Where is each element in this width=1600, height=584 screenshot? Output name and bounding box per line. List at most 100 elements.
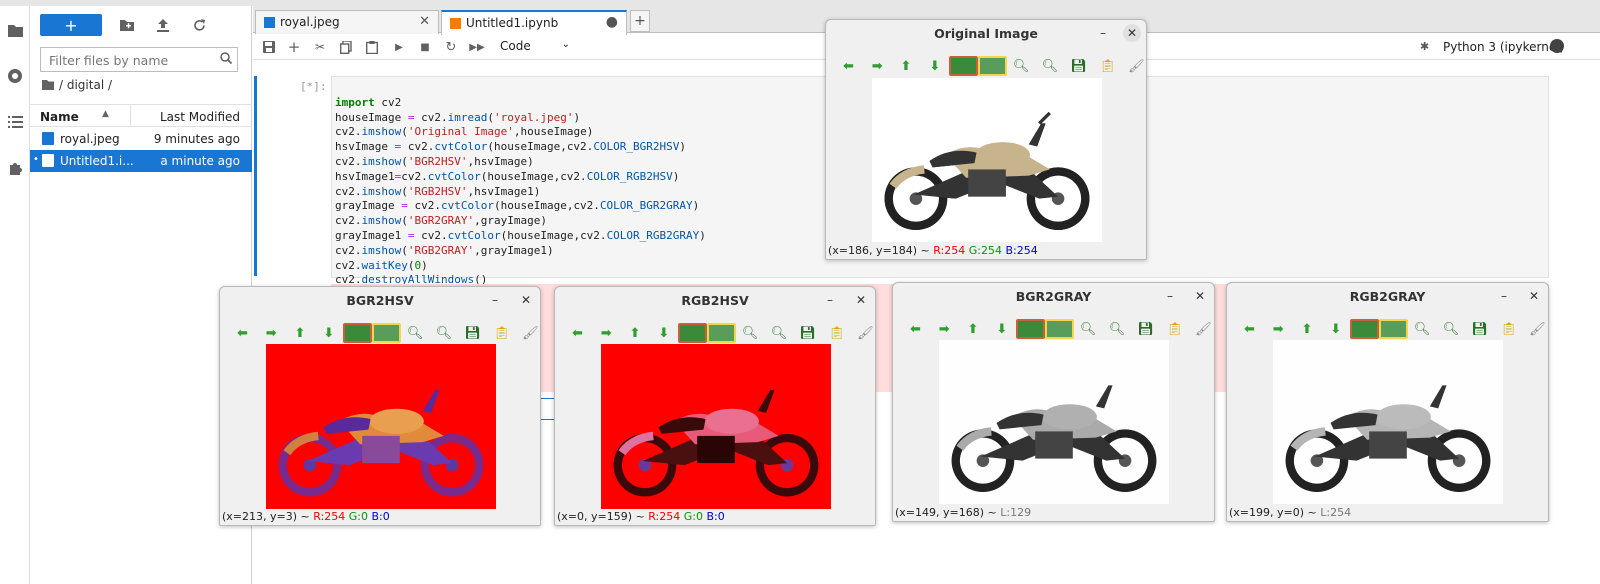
image-rgb2hsv[interactable] <box>601 344 831 509</box>
copy-clipboard-icon[interactable]: 📋︎ <box>1494 319 1523 339</box>
save-icon[interactable]: 💾︎ <box>1465 319 1494 339</box>
minimize-icon[interactable]: – <box>1161 287 1179 305</box>
pan-down-icon[interactable]: ⬇ <box>649 323 678 343</box>
pan-left-icon[interactable]: ⬅ <box>834 56 863 76</box>
file-row-untitled1[interactable]: • Untitled1.i... a minute ago <box>30 150 252 172</box>
stop-icon[interactable]: ■ <box>417 39 433 55</box>
pan-right-icon[interactable]: ➡ <box>930 319 959 339</box>
breadcrumb-path[interactable]: / digital / <box>59 78 112 92</box>
pan-up-icon[interactable]: ⬆ <box>892 56 921 76</box>
upload-icon[interactable] <box>152 14 174 36</box>
minimize-icon[interactable]: – <box>486 291 504 309</box>
copy-clipboard-icon[interactable]: 📋︎ <box>1160 319 1189 339</box>
pan-down-icon[interactable]: ⬇ <box>920 56 949 76</box>
unsaved-dot-icon[interactable]: ● <box>606 14 618 30</box>
toc-icon[interactable] <box>7 114 23 130</box>
window-rgb2hsv[interactable]: RGB2HSV – ✕ ⬅ ➡ ⬆ ⬇ 🔍︎ 🔍︎ 💾︎ 📋︎ 🖌︎ (x=0,… <box>554 286 876 526</box>
zoom-out-icon[interactable]: 🔍︎ <box>1437 319 1466 339</box>
pan-right-icon[interactable]: ➡ <box>1264 319 1293 339</box>
pan-up-icon[interactable]: ⬆ <box>959 319 988 339</box>
window-bgr2gray[interactable]: BGR2GRAY – ✕ ⬅ ➡ ⬆ ⬇ 🔍︎ 🔍︎ 💾︎ 📋︎ 🖌︎ (x=1… <box>892 282 1215 522</box>
pan-down-icon[interactable]: ⬇ <box>987 319 1016 339</box>
close-icon[interactable]: ✕ <box>1525 287 1543 305</box>
zoom-image-icon[interactable] <box>1378 319 1408 339</box>
close-icon[interactable]: ✕ <box>1191 287 1209 305</box>
save-icon[interactable] <box>261 39 277 55</box>
window-original-image[interactable]: Original Image – ✕ ⬅ ➡ ⬆ ⬇ 🔍︎ 🔍︎ 💾︎ 📋︎ 🖌… <box>825 19 1147 260</box>
minimize-icon[interactable]: – <box>821 291 839 309</box>
copy-clipboard-icon[interactable]: 📋︎ <box>1093 56 1122 76</box>
new-tab-button[interactable]: + <box>630 10 650 32</box>
pan-up-icon[interactable]: ⬆ <box>1293 319 1322 339</box>
save-icon[interactable]: 💾︎ <box>458 323 487 343</box>
restart-icon[interactable]: ↻ <box>443 39 459 55</box>
zoom-in-icon[interactable]: 🔍︎ <box>401 323 430 343</box>
zoom-out-icon[interactable]: 🔍︎ <box>430 323 459 343</box>
zoom-fit-icon[interactable] <box>343 323 372 343</box>
run-icon[interactable]: ▶ <box>391 39 407 55</box>
new-launcher-button[interactable]: + <box>40 14 102 36</box>
pan-right-icon[interactable]: ➡ <box>257 323 286 343</box>
properties-icon[interactable]: 🖌︎ <box>851 323 880 343</box>
pan-right-icon[interactable]: ➡ <box>592 323 621 343</box>
image-bgr2hsv[interactable] <box>266 344 496 509</box>
zoom-in-icon[interactable]: 🔍︎ <box>1007 56 1036 76</box>
zoom-image-icon[interactable] <box>1044 319 1074 339</box>
pan-right-icon[interactable]: ➡ <box>863 56 892 76</box>
close-icon[interactable]: ✕ <box>852 291 870 309</box>
zoom-image-icon[interactable] <box>977 56 1007 76</box>
copy-clipboard-icon[interactable]: 📋︎ <box>822 323 851 343</box>
copy-clipboard-icon[interactable]: 📋︎ <box>487 323 516 343</box>
fast-forward-icon[interactable]: ▶▶ <box>469 39 485 55</box>
window-rgb2gray[interactable]: RGB2GRAY – ✕ ⬅ ➡ ⬆ ⬇ 🔍︎ 🔍︎ 💾︎ 📋︎ 🖌︎ (x=1… <box>1226 282 1549 522</box>
pan-up-icon[interactable]: ⬆ <box>286 323 315 343</box>
pan-down-icon[interactable]: ⬇ <box>314 323 343 343</box>
pan-left-icon[interactable]: ⬅ <box>563 323 592 343</box>
zoom-out-icon[interactable]: 🔍︎ <box>1036 56 1065 76</box>
save-icon[interactable]: 💾︎ <box>793 323 822 343</box>
properties-icon[interactable]: 🖌︎ <box>1122 56 1151 76</box>
save-icon[interactable]: 💾︎ <box>1064 56 1093 76</box>
image-bgr2gray[interactable] <box>939 340 1169 504</box>
new-folder-icon[interactable] <box>116 14 138 36</box>
pan-left-icon[interactable]: ⬅ <box>228 323 257 343</box>
zoom-image-icon[interactable] <box>706 323 736 343</box>
zoom-fit-icon[interactable] <box>1350 319 1379 339</box>
paste-icon[interactable] <box>364 39 380 55</box>
folder-icon[interactable] <box>7 22 23 38</box>
image-original[interactable] <box>872 78 1102 242</box>
column-name[interactable]: Name <box>40 110 79 124</box>
pan-up-icon[interactable]: ⬆ <box>621 323 650 343</box>
copy-icon[interactable] <box>338 39 354 55</box>
zoom-out-icon[interactable]: 🔍︎ <box>765 323 794 343</box>
column-last-modified[interactable]: Last Modified <box>160 110 240 124</box>
pan-down-icon[interactable]: ⬇ <box>1321 319 1350 339</box>
debugger-icon[interactable]: ✱ <box>1420 40 1429 53</box>
pan-left-icon[interactable]: ⬅ <box>901 319 930 339</box>
zoom-in-icon[interactable]: 🔍︎ <box>1408 319 1437 339</box>
filter-files-input[interactable]: Filter files by name <box>40 47 238 72</box>
cell-type-select[interactable]: Code ⌄ <box>500 39 570 53</box>
zoom-in-icon[interactable]: 🔍︎ <box>1074 319 1103 339</box>
close-icon[interactable]: ✕ <box>419 14 430 29</box>
insert-cell-icon[interactable]: + <box>286 38 302 56</box>
file-row-royal[interactable]: royal.jpeg 9 minutes ago <box>30 128 252 150</box>
properties-icon[interactable]: 🖌︎ <box>516 323 545 343</box>
close-icon[interactable]: ✕ <box>517 291 535 309</box>
pan-left-icon[interactable]: ⬅ <box>1235 319 1264 339</box>
minimize-icon[interactable]: – <box>1094 24 1112 42</box>
tab-royal-jpeg[interactable]: royal.jpeg ✕ <box>255 10 439 34</box>
properties-icon[interactable]: 🖌︎ <box>1189 319 1218 339</box>
minimize-icon[interactable]: – <box>1495 287 1513 305</box>
zoom-image-icon[interactable] <box>371 323 401 343</box>
zoom-fit-icon[interactable] <box>949 56 978 76</box>
tab-untitled1[interactable]: Untitled1.ipynb ● <box>441 10 627 35</box>
kernel-name[interactable]: Python 3 (ipykernel) <box>1443 40 1564 54</box>
zoom-out-icon[interactable]: 🔍︎ <box>1103 319 1132 339</box>
zoom-fit-icon[interactable] <box>1016 319 1045 339</box>
extension-icon[interactable] <box>7 160 23 176</box>
breadcrumb[interactable]: / digital / <box>42 78 112 92</box>
zoom-in-icon[interactable]: 🔍︎ <box>736 323 765 343</box>
refresh-icon[interactable] <box>188 14 210 36</box>
sort-ascending-icon[interactable]: ▲ <box>102 109 109 119</box>
